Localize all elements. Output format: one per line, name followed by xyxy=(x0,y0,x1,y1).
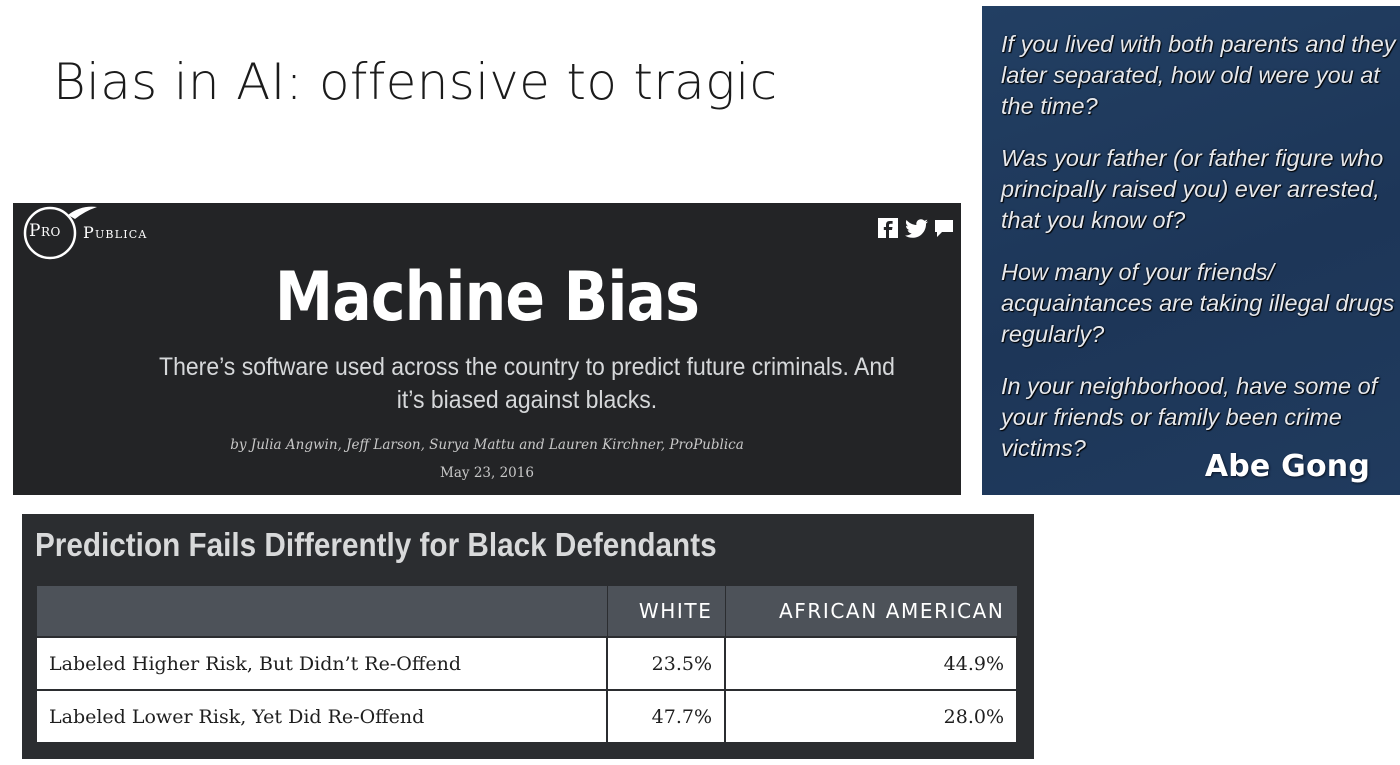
questionnaire-panel: If you lived with both parents and they … xyxy=(982,6,1400,495)
cell-white: 23.5% xyxy=(607,636,726,690)
column-header-white: WHITE xyxy=(607,586,726,637)
cell-african-american: 44.9% xyxy=(725,636,1018,690)
table-row: Labeled Lower Risk, Yet Did Re-Offend 47… xyxy=(37,689,1018,742)
table-row: Labeled Higher Risk, But Didn’t Re-Offen… xyxy=(37,636,1018,690)
article-dek: There’s software used across the country… xyxy=(159,353,895,414)
propublica-logo[interactable]: Pro Publica xyxy=(21,205,221,261)
question-item: Was your father (or father figure who pr… xyxy=(1001,145,1384,233)
article-headline: Machine Bias xyxy=(274,258,700,337)
table-title: Prediction Fails Differently for Black D… xyxy=(35,526,717,563)
image-credit: Abe Gong xyxy=(1204,449,1370,484)
row-label: Labeled Higher Risk, But Didn’t Re-Offen… xyxy=(37,636,608,690)
slide-title: Bias in AI: offensive to tragic xyxy=(53,53,778,111)
cell-african-american: 28.0% xyxy=(725,689,1018,742)
question-item: If you lived with both parents and they … xyxy=(1001,31,1396,119)
row-label: Labeled Lower Risk, Yet Did Re-Offend xyxy=(37,689,608,742)
logo-pro-text: Pro xyxy=(29,221,61,241)
logo-publica-text: Publica xyxy=(83,223,148,242)
article-date: May 23, 2016 xyxy=(440,465,534,481)
table-header-row: WHITE AFRICAN AMERICAN xyxy=(37,586,1018,637)
question-item: How many of your friends/ acquaintances … xyxy=(1001,259,1395,347)
facebook-icon[interactable] xyxy=(877,217,899,239)
prediction-table: WHITE AFRICAN AMERICAN Labeled Higher Ri… xyxy=(37,586,1018,742)
cell-white: 47.7% xyxy=(607,689,726,742)
comment-icon[interactable] xyxy=(933,217,955,239)
propublica-article-panel: Pro Publica Machine Bias There’s softwar… xyxy=(13,203,961,495)
column-header-african-american: AFRICAN AMERICAN xyxy=(725,586,1018,637)
social-share-bar xyxy=(877,217,955,239)
column-header-blank xyxy=(37,586,608,637)
twitter-icon[interactable] xyxy=(905,217,928,239)
prediction-table-panel: Prediction Fails Differently for Black D… xyxy=(22,514,1034,759)
article-byline: by Julia Angwin, Jeff Larson, Surya Matt… xyxy=(230,437,744,453)
